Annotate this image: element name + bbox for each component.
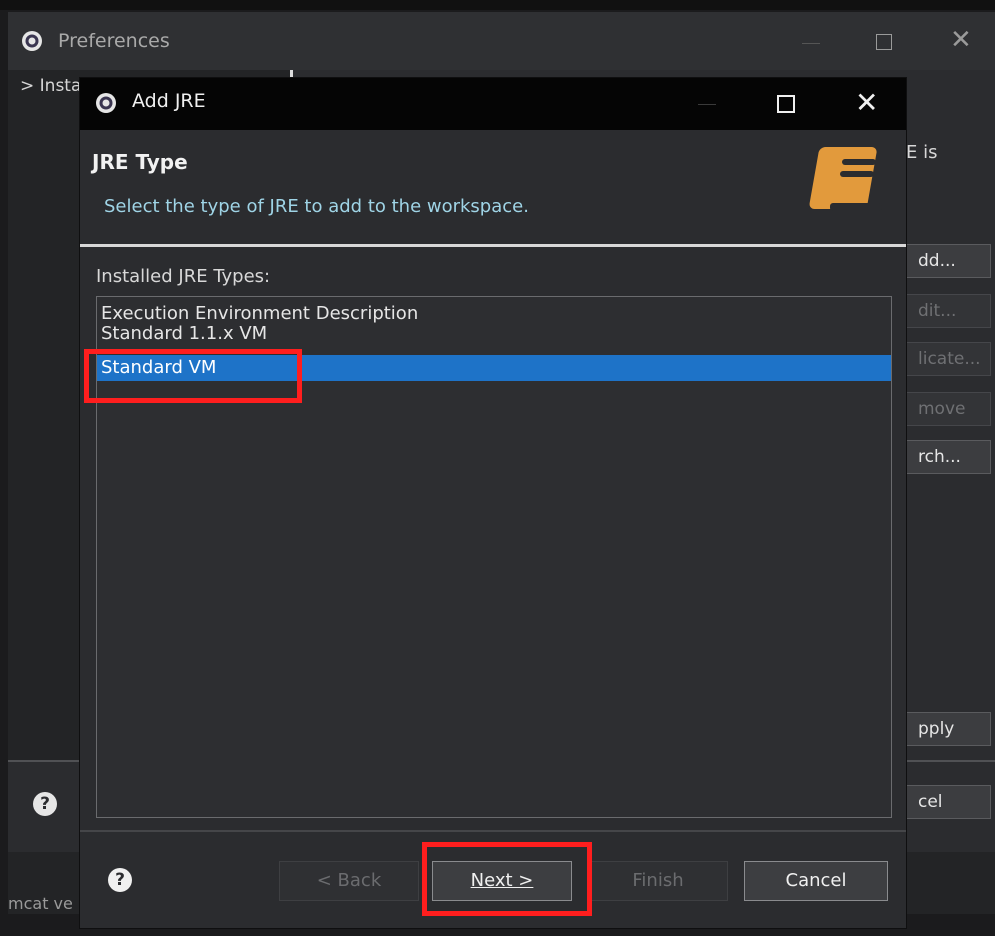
remove-button[interactable]: move — [903, 392, 991, 426]
preferences-cancel-button[interactable]: cel — [903, 785, 991, 819]
search-button[interactable]: rch... — [903, 440, 991, 474]
installed-jre-types-label: Installed JRE Types: — [96, 266, 271, 287]
eclipse-icon — [22, 31, 42, 51]
add-jre-dialog: Add JRE ✕ JRE Type Select the type of JR… — [80, 78, 906, 928]
highlight-standard-vm — [84, 349, 302, 403]
wizard-page-title: JRE Type — [92, 150, 188, 174]
maximize-icon[interactable] — [777, 95, 795, 113]
close-icon[interactable]: ✕ — [855, 86, 878, 119]
wizard-page-description: Select the type of JRE to add to the wor… — [104, 196, 529, 217]
background-window-top — [0, 0, 995, 10]
highlight-next-button — [422, 842, 592, 916]
add-button[interactable]: dd... — [903, 244, 991, 278]
book-icon — [809, 147, 882, 211]
list-item[interactable]: Standard 1.1.x VM — [97, 321, 891, 344]
eclipse-icon — [96, 93, 116, 113]
dialog-title: Add JRE — [132, 90, 206, 112]
chevron-right-icon: > — [20, 76, 40, 96]
tree-item-installed-jres[interactable]: > Insta — [20, 76, 81, 96]
apply-button[interactable]: pply — [903, 712, 991, 746]
minimize-icon[interactable] — [802, 43, 820, 44]
dialog-title-bar: Add JRE ✕ — [80, 78, 906, 130]
maximize-icon[interactable] — [876, 34, 892, 50]
preferences-description-fragment: E is — [906, 142, 938, 163]
edit-button[interactable]: dit... — [903, 294, 991, 328]
header-separator — [80, 244, 906, 247]
duplicate-button[interactable]: licate... — [903, 342, 991, 376]
preferences-title: Preferences — [58, 30, 170, 52]
wizard-header — [80, 130, 906, 246]
finish-button[interactable]: Finish — [588, 861, 728, 901]
close-icon[interactable]: ✕ — [950, 25, 972, 55]
minimize-icon[interactable] — [698, 104, 716, 105]
preferences-title-bar: Preferences ✕ — [8, 12, 995, 70]
tree-item-label: Insta — [39, 76, 82, 96]
background-text-fragment: mcat ve — [8, 894, 73, 913]
help-icon[interactable]: ? — [33, 792, 57, 816]
back-button[interactable]: < Back — [279, 861, 419, 901]
cancel-button[interactable]: Cancel — [744, 861, 888, 901]
help-icon[interactable]: ? — [108, 868, 132, 892]
